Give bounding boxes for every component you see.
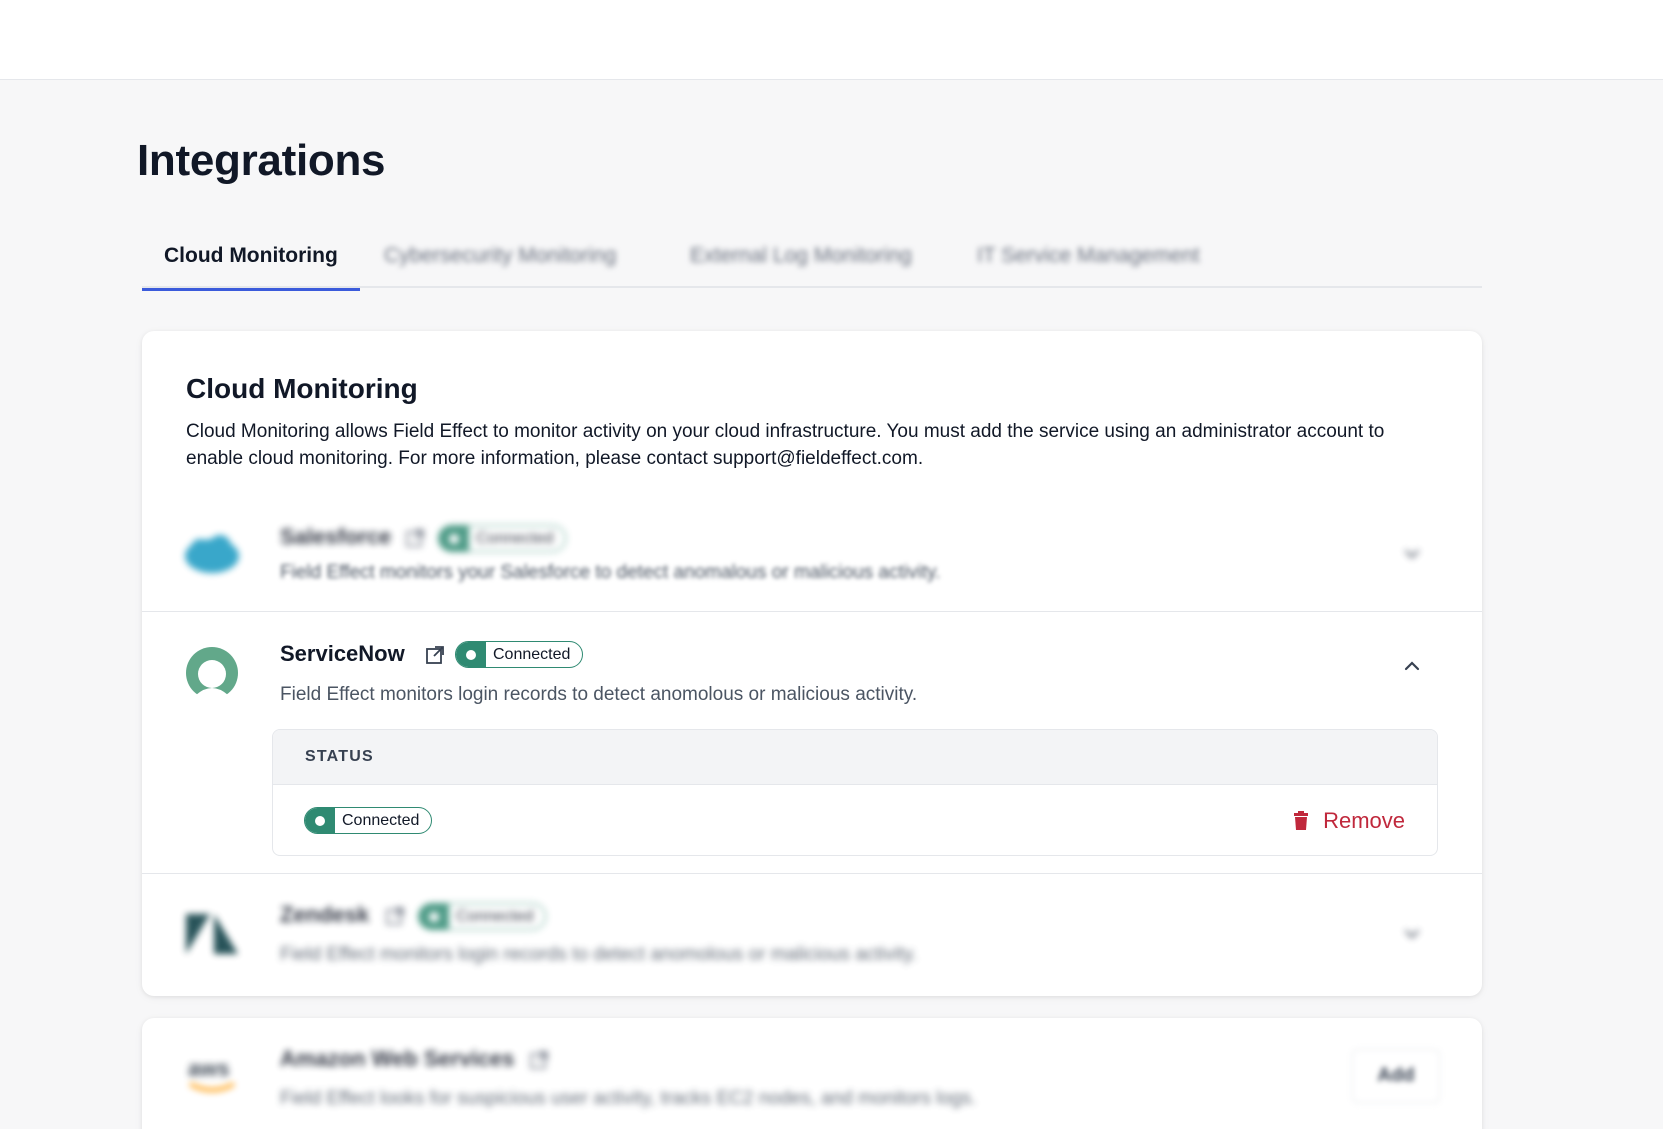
integration-row-salesforce[interactable]: Salesforce Connected Field Effect monito… [142, 496, 1482, 611]
zendesk-logo-icon [186, 914, 238, 954]
status-dot-icon [305, 808, 335, 833]
external-link-icon[interactable] [384, 905, 406, 927]
status-badge: Connected [304, 807, 433, 834]
integration-description: Field Effect monitors your Salesforce to… [280, 562, 941, 583]
integration-row-servicenow[interactable]: ServiceNow Connected Field Effect monito… [142, 611, 1482, 873]
external-link-icon[interactable] [528, 1049, 550, 1071]
external-link-icon[interactable] [424, 644, 446, 666]
chevron-down-icon[interactable] [1400, 542, 1424, 566]
integration-name: Salesforce [280, 524, 392, 549]
status-badge: Connected [438, 525, 567, 552]
status-dot-icon [456, 642, 486, 667]
trash-icon [1294, 811, 1309, 830]
integration-name: Zendesk [280, 902, 370, 927]
integration-description: Field Effect looks for suspicious user a… [280, 1088, 977, 1109]
status-header: STATUS [273, 730, 1437, 785]
aws-card[interactable]: aws Amazon Web Services Field Effect loo… [142, 1018, 1482, 1129]
cloud-monitoring-card: Cloud Monitoring Cloud Monitoring allows… [142, 331, 1482, 996]
integration-name: Amazon Web Services [280, 1046, 515, 1071]
status-badge: Connected [455, 641, 584, 668]
remove-button[interactable]: Remove [1293, 808, 1405, 834]
tab-cloud-monitoring[interactable]: Cloud Monitoring [142, 244, 360, 291]
external-link-icon[interactable] [404, 527, 426, 549]
tab-it-service-management[interactable]: IT Service Management [977, 244, 1200, 288]
tab-external-log-monitoring[interactable]: External Log Monitoring [690, 244, 912, 288]
status-badge-label: Connected [342, 811, 420, 829]
tab-cybersecurity-monitoring[interactable]: Cybersecurity Monitoring [384, 244, 616, 288]
status-badge-label: Connected [456, 907, 534, 925]
tab-bar: Cloud Monitoring Cybersecurity Monitorin… [142, 236, 1482, 291]
status-badge-label: Connected [476, 529, 554, 547]
section-title: Cloud Monitoring [186, 373, 418, 404]
servicenow-logo-icon [186, 647, 238, 701]
integration-description: Field Effect monitors login records to d… [280, 684, 918, 705]
chevron-up-icon[interactable] [1400, 654, 1424, 678]
salesforce-logo-icon [185, 535, 239, 573]
section-description: Cloud Monitoring allows Field Effect to … [186, 421, 1385, 469]
integration-description: Field Effect monitors login records to d… [280, 944, 918, 965]
top-bar [0, 0, 1663, 80]
status-badge: Connected [418, 903, 547, 930]
status-dot-icon [439, 526, 469, 551]
integration-name: ServiceNow [280, 641, 405, 666]
integration-row-zendesk[interactable]: Zendesk Connected Field Effect monitors … [142, 873, 1482, 996]
page-title: Integrations [137, 136, 386, 185]
status-panel: STATUS Connected Remove [272, 729, 1438, 856]
remove-button-label: Remove [1323, 808, 1405, 833]
status-dot-icon [419, 904, 449, 929]
chevron-down-icon[interactable] [1400, 922, 1424, 946]
aws-logo-icon: aws [188, 1056, 235, 1092]
status-badge-label: Connected [493, 645, 571, 663]
svg-text:aws: aws [188, 1056, 230, 1081]
add-button[interactable]: Add [1352, 1049, 1440, 1103]
